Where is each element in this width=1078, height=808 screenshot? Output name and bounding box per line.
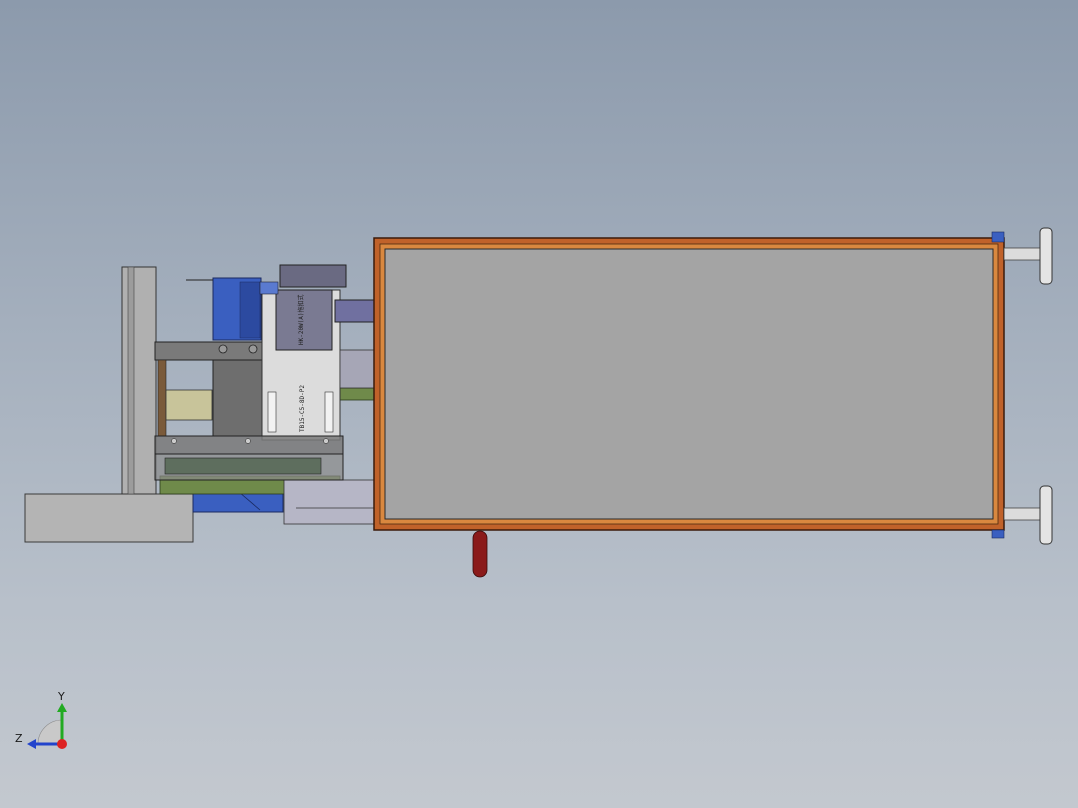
valve-block-top[interactable] [279,264,347,288]
foot-rod-bottom [1003,507,1041,521]
origin-dot-icon [57,739,67,749]
foot-rod-top [1003,247,1041,261]
slide-rail-upper[interactable] [339,349,377,389]
red-handle[interactable] [472,530,488,578]
y-axis-arrow-icon [57,703,67,712]
triad-arc-icon [37,719,63,745]
screw-icon [245,438,251,444]
base-block[interactable] [24,493,194,543]
cad-model-viewport[interactable]: HK-20W(A)拖扣式 TB15-C5-8D-P2 Y Z [0,0,1078,808]
actuator-slot-left [267,391,277,433]
upright-plate-inner [127,266,135,495]
bracket-upper[interactable] [154,341,264,361]
green-plate-upper[interactable] [337,387,375,401]
z-axis-label: Z [15,732,23,745]
bracket-body[interactable] [212,359,264,437]
frame-endcap-bottom [991,529,1005,539]
main-panel[interactable] [384,248,994,520]
bolt-icon [218,344,228,354]
valve-port-blue [259,281,279,295]
foot-pad-top[interactable] [1039,227,1053,285]
valve-label-2: TB15-C5-8D-P2 [299,385,306,432]
motor-housing-shade [239,281,261,339]
valve-side-tube[interactable] [334,299,376,323]
bracket-brown-strip [157,359,167,437]
slide-rail-lower[interactable] [283,479,377,525]
z-axis-arrow-icon [27,739,36,749]
coordinate-triad[interactable]: Y Z [15,690,67,749]
clamp-roller[interactable] [165,389,213,421]
upright-plate[interactable] [121,266,157,495]
screw-icon [323,438,329,444]
actuator-slot-right [324,391,334,433]
valve-label-1: HK-20W(A)拖扣式 [297,294,305,345]
foot-pad-bottom[interactable] [1039,485,1053,545]
bolt-icon [248,344,258,354]
y-axis-label: Y [57,690,65,703]
assembly-model[interactable]: HK-20W(A)拖扣式 TB15-C5-8D-P2 Y Z [0,0,1078,808]
screw-icon [171,438,177,444]
lower-clamp-roller [164,457,322,475]
frame-endcap-top [991,231,1005,243]
